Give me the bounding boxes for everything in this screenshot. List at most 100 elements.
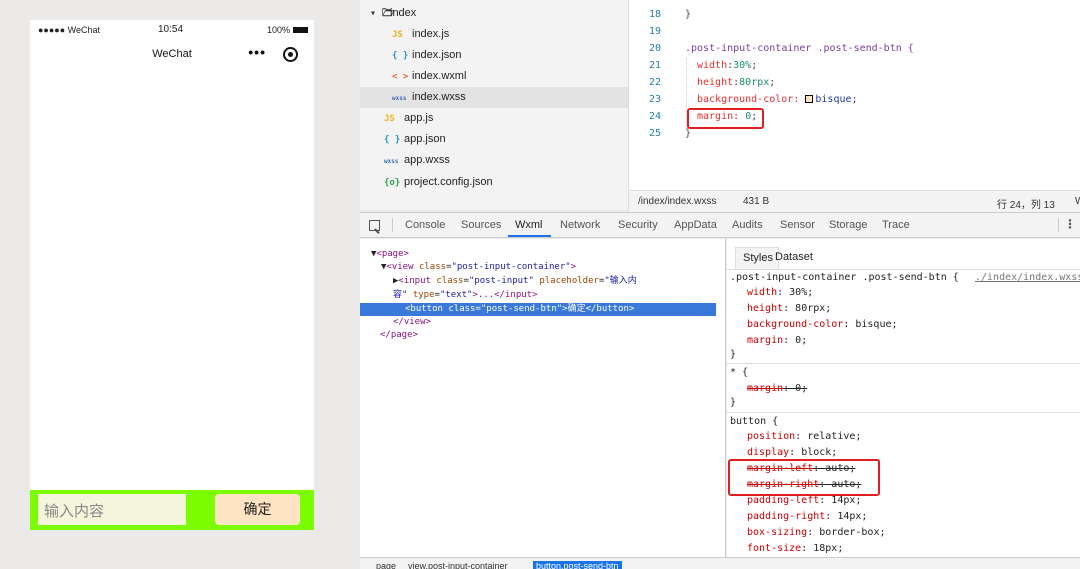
tag-text: >...</input>: [472, 290, 538, 300]
breadcrumb-item-current[interactable]: button.post-send-btn: [533, 561, 622, 569]
tab-styles[interactable]: Styles: [735, 247, 779, 269]
css-value: 30%;: [789, 287, 814, 298]
style-decl[interactable]: width: 30%;: [747, 285, 813, 301]
attr-value: "输入内: [604, 276, 637, 286]
attr-value: "text": [439, 290, 473, 300]
active-tab-indicator: [508, 235, 551, 237]
style-decl-overridden[interactable]: margin: 0;: [747, 381, 807, 397]
tab-security[interactable]: Security: [618, 219, 658, 231]
tag-text: <view: [386, 262, 414, 272]
tree-node-input-cont[interactable]: 容" type="text">...</input>: [393, 289, 538, 302]
file-item[interactable]: JS app.js: [384, 108, 433, 129]
tree-node-view-close[interactable]: </view>: [393, 316, 431, 329]
file-item[interactable]: JS index.js: [392, 24, 449, 45]
file-label: index.wxml: [412, 70, 467, 82]
style-decl[interactable]: height: 80rpx;: [747, 301, 831, 317]
rule-close: }: [730, 349, 737, 360]
breadcrumb-item[interactable]: page: [376, 561, 396, 569]
file-tree: ▾ 🗁index JS index.js { } index.json < > ind…: [360, 0, 628, 210]
css-prop: font-size: [747, 543, 802, 554]
tab-trace[interactable]: Trace: [882, 219, 910, 231]
source-link[interactable]: ./index/index.wxss: [975, 270, 1080, 286]
css-value: 0;: [795, 383, 808, 394]
divider: [392, 218, 393, 232]
tab-storage[interactable]: Storage: [829, 219, 868, 231]
style-decl[interactable]: margin: 0;: [747, 333, 807, 349]
status-file-size: 431 B: [743, 196, 770, 207]
file-item[interactable]: wxss app.wxss: [384, 150, 450, 171]
tab-sensor[interactable]: Sensor: [780, 219, 815, 231]
breadcrumb: page view.post-input-container button.po…: [360, 557, 1080, 569]
tab-audits[interactable]: Audits: [732, 219, 763, 231]
file-label: index.wxss: [412, 91, 466, 103]
tab-sources[interactable]: Sources: [461, 219, 501, 231]
phone-simulator: ●●●●● WeChat 10:54 100% WeChat ••• 输入内容 …: [30, 20, 314, 530]
line-number: 18: [648, 9, 661, 20]
code-editor[interactable]: 18 19 20 21 22 23 24 25 } .post-input-co…: [628, 0, 1080, 190]
code-line-18: }: [685, 9, 692, 20]
style-decl[interactable]: font-size: 18px;: [747, 541, 843, 557]
status-cursor-position: 行 24，列 13: [997, 200, 1055, 211]
color-swatch[interactable]: [805, 95, 814, 103]
post-send-button[interactable]: 确定: [215, 494, 300, 525]
tree-node-view[interactable]: ▼<view class="post-input-container">: [381, 261, 576, 274]
breadcrumb-item[interactable]: view.post-input-container: [408, 561, 508, 569]
post-input[interactable]: 输入内容: [38, 494, 186, 525]
wxss-file-icon: wxss: [392, 95, 407, 102]
highlight-box: [687, 108, 764, 129]
wxml-file-icon: < >: [392, 72, 409, 82]
tab-wxml[interactable]: Wxml: [515, 219, 543, 231]
file-item[interactable]: {o} project.config.json: [384, 172, 493, 193]
rule-selector: button {: [730, 416, 779, 427]
attr-value: "post-send-btn": [480, 304, 563, 314]
tree-node-page-close[interactable]: </page>: [380, 329, 418, 342]
css-value: 30%: [733, 60, 752, 71]
tab-appdata[interactable]: AppData: [674, 219, 717, 231]
css-prop: position: [747, 431, 796, 442]
attr-name: placeholder: [539, 276, 599, 286]
css-value: 14px;: [831, 495, 862, 506]
styles-pane: Styles Dataset .post-input-container .po…: [727, 239, 1080, 557]
post-input-container: 输入内容 确定: [30, 490, 314, 530]
css-prop: width: [747, 287, 778, 298]
file-item[interactable]: { } index.json: [392, 45, 462, 66]
more-options-icon[interactable]: ⋮: [1064, 217, 1076, 231]
style-decl[interactable]: position: relative;: [747, 429, 861, 445]
rule-selector: .post-input-container .post-send-btn {: [730, 272, 959, 283]
signal-indicator: ●●●●● WeChat: [38, 25, 101, 35]
style-decl[interactable]: padding-right: 14px;: [747, 509, 867, 525]
nav-title: WeChat: [152, 48, 192, 60]
capsule-close-icon[interactable]: [283, 47, 298, 62]
folder-index[interactable]: ▾ 🗁index: [370, 3, 416, 24]
line-number: 22: [648, 77, 661, 88]
file-item-selected[interactable]: wxss index.wxss: [360, 87, 628, 108]
css-value: bisque;: [855, 319, 898, 330]
css-value: border-box;: [819, 527, 886, 538]
file-label: app.json: [404, 133, 446, 145]
css-value: block;: [801, 447, 838, 458]
rule-selector: * {: [730, 367, 749, 378]
tree-node-page[interactable]: ▼<page>: [371, 248, 409, 261]
devtools-tab-bar: Console Sources Wxml Network Security Ap…: [360, 212, 1080, 238]
config-file-icon: {o}: [384, 178, 401, 188]
style-decl[interactable]: background-color: bisque;: [747, 317, 898, 333]
tab-network[interactable]: Network: [560, 219, 600, 231]
tag-text: </view>: [393, 317, 431, 327]
file-item[interactable]: { } app.json: [384, 129, 446, 150]
code-line-22: height:80rpx;: [697, 77, 776, 88]
more-menu-icon[interactable]: •••: [248, 44, 266, 60]
inspect-element-icon[interactable]: [369, 220, 380, 231]
tree-node-button-selected[interactable]: <button class="post-send-btn">确定</button…: [360, 303, 716, 316]
tab-console[interactable]: Console: [405, 219, 445, 231]
status-time: 10:54: [158, 24, 184, 35]
tree-node-input[interactable]: ▶<input class="post-input" placeholder="…: [393, 275, 637, 288]
css-prop: background-color: [747, 319, 844, 330]
battery-icon: [293, 27, 308, 33]
js-file-icon: JS: [384, 114, 395, 124]
file-item[interactable]: < > index.wxml: [392, 66, 466, 87]
css-value: 14px;: [837, 511, 868, 522]
code-line-25: }: [685, 128, 692, 139]
style-decl[interactable]: box-sizing: border-box;: [747, 525, 886, 541]
line-number: 23: [648, 94, 661, 105]
tab-dataset[interactable]: Dataset: [775, 251, 813, 263]
